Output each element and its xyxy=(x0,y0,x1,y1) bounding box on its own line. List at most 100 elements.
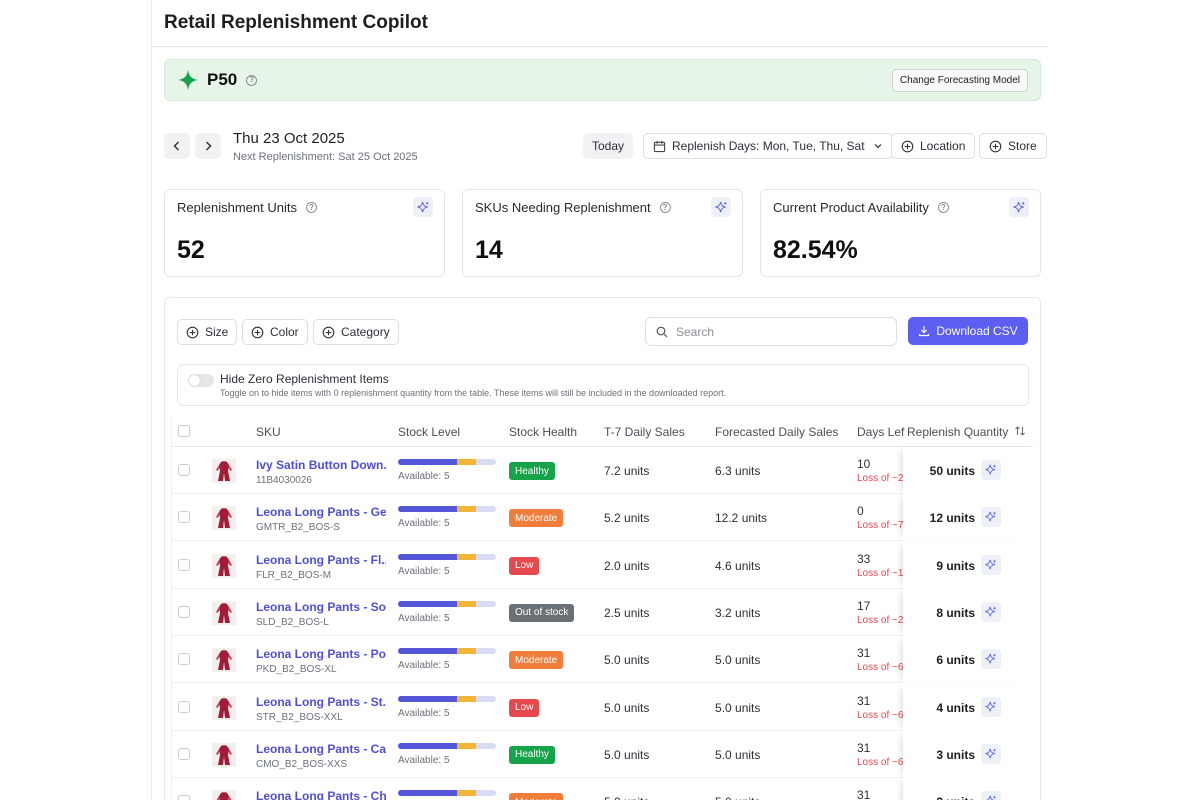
sparkles-icon xyxy=(985,748,997,759)
change-forecasting-model-button[interactable]: Change Forecasting Model xyxy=(891,68,1028,92)
chevron-right-icon xyxy=(205,141,212,151)
ai-sparkle-button[interactable] xyxy=(981,601,1001,622)
row-checkbox[interactable] xyxy=(178,700,190,713)
stock-bar-reserved xyxy=(456,459,477,465)
ai-sparkle-button[interactable] xyxy=(413,197,433,217)
next-replenishment-date: Next Replenishment: Sat 25 Oct 2025 xyxy=(233,151,418,163)
product-thumbnail xyxy=(212,553,236,578)
row-checkbox[interactable] xyxy=(178,558,190,571)
ai-sparkle-button[interactable] xyxy=(1009,197,1029,217)
previous-date-button[interactable] xyxy=(164,133,190,159)
ai-sparkle-button[interactable] xyxy=(981,649,1001,670)
store-filter-button[interactable]: Store xyxy=(979,133,1047,159)
forecasted-daily-sales: 5.0 units xyxy=(715,700,761,715)
column-header-stock-level[interactable]: Stock Level xyxy=(398,425,460,439)
days-left: 31 xyxy=(857,740,871,755)
sku-name-link[interactable]: Leona Long Pants - Po... xyxy=(256,647,386,661)
ai-sparkle-button[interactable] xyxy=(981,507,1001,528)
ai-sparkle-button[interactable] xyxy=(981,791,1001,800)
next-date-button[interactable] xyxy=(195,133,221,159)
replenish-quantity-cell: 3 units xyxy=(903,778,1033,800)
sku-name-link[interactable]: Leona Long Pants - Ch... xyxy=(256,789,386,800)
sku-name-link[interactable]: Leona Long Pants - So... xyxy=(256,600,386,614)
sku-name-link[interactable]: Ivy Satin Button Down... xyxy=(256,458,386,472)
row-checkbox[interactable] xyxy=(178,653,190,666)
stock-bar-reserved xyxy=(456,695,477,702)
size-filter-label: Size xyxy=(205,325,229,339)
search-box[interactable] xyxy=(645,317,897,346)
row-checkbox[interactable] xyxy=(178,605,190,618)
stock-available: Available: 5 xyxy=(398,707,450,719)
table-row[interactable]: Leona Long Pants - Fl... FLR_B2_BOS-M Avai… xyxy=(172,541,1033,589)
stock-bar-available xyxy=(398,648,457,655)
sku-name-link[interactable]: Leona Long Pants - St... xyxy=(256,695,386,709)
table-row[interactable]: Ivy Satin Button Down... 11B4030026 Availa… xyxy=(172,447,1033,494)
ai-sparkle-button[interactable] xyxy=(981,554,1001,575)
stock-level-bar xyxy=(398,790,496,797)
column-header-days-left[interactable]: Days Lef xyxy=(857,425,904,439)
help-icon[interactable]: ? xyxy=(937,202,949,213)
help-icon[interactable]: ? xyxy=(246,74,258,86)
row-checkbox[interactable] xyxy=(178,795,190,800)
column-header-replenish-quantity[interactable]: Replenish Quantity xyxy=(907,425,1009,439)
ai-sparkle-button[interactable] xyxy=(981,460,1001,480)
sku-code: PKD_B2_BOS-XL xyxy=(256,664,337,676)
product-image xyxy=(212,790,236,800)
column-header-stock-health[interactable]: Stock Health xyxy=(509,425,577,439)
table-row[interactable]: Leona Long Pants - Po... PKD_B2_BOS-XL Ava… xyxy=(172,636,1033,684)
replenishment-table: SKU Stock Level Stock Health T-7 Daily S… xyxy=(171,415,1033,800)
sku-name-link[interactable]: Leona Long Pants - Ca... xyxy=(256,742,386,756)
sparkles-icon xyxy=(985,559,997,569)
help-icon[interactable]: ? xyxy=(659,202,671,213)
today-button[interactable]: Today xyxy=(583,133,634,159)
table-row[interactable]: Leona Long Pants - St... STR_B2_BOS-XXL Av… xyxy=(172,683,1033,731)
table-row[interactable]: Leona Long Pants - So... SLD_B2_BOS-L Avai… xyxy=(172,588,1033,636)
kpi-card-current-product-availability: Current Product Availability ? 82.54% xyxy=(760,189,1041,277)
product-image xyxy=(212,695,236,720)
sku-name-link[interactable]: Leona Long Pants - Ge... xyxy=(256,505,386,519)
kpi-label-wrap: Current Product Availability ? xyxy=(773,200,949,215)
replenish-days-label: Replenish Days: Mon, Tue, Thu, Sat xyxy=(672,139,865,153)
forecasted-daily-sales: 3.2 units xyxy=(715,605,761,620)
ai-sparkle-button[interactable] xyxy=(711,197,731,217)
select-all-checkbox[interactable] xyxy=(178,425,190,437)
category-filter-button[interactable]: Category xyxy=(313,319,399,345)
kpi-value: 14 xyxy=(475,236,503,264)
column-header-t7-daily-sales[interactable]: T-7 Daily Sales xyxy=(604,425,685,439)
t7-daily-sales: 5.0 units xyxy=(604,653,650,668)
table-row[interactable]: Leona Long Pants - Ge... GMTR_B2_BOS-S Ava… xyxy=(172,494,1033,542)
calendar-icon xyxy=(653,140,666,152)
table-row[interactable]: Leona Long Pants - Ca... CMO_B2_BOS-XXS Av… xyxy=(172,730,1033,778)
hide-zero-toggle[interactable] xyxy=(188,374,214,387)
sort-arrows-icon[interactable] xyxy=(1014,425,1026,437)
row-checkbox[interactable] xyxy=(178,747,190,760)
stock-level-bar xyxy=(398,695,496,702)
download-csv-button[interactable]: Download CSV xyxy=(908,317,1028,345)
row-checkbox[interactable] xyxy=(178,464,190,476)
color-filter-button[interactable]: Color xyxy=(242,319,308,345)
days-left-loss: Loss of ~7 xyxy=(857,520,903,532)
stock-health-badge: Low xyxy=(509,556,540,575)
row-checkbox[interactable] xyxy=(178,511,190,524)
table-row[interactable]: Leona Long Pants - Ch... Moderate 5.0 unit… xyxy=(172,778,1033,800)
t7-daily-sales: 5.0 units xyxy=(604,700,650,715)
replenish-quantity-cell: 12 units xyxy=(903,494,1033,542)
replenish-quantity-cell: 3 units xyxy=(903,730,1033,778)
sku-name-link[interactable]: Leona Long Pants - Fl... xyxy=(256,553,386,567)
product-image xyxy=(212,742,236,767)
ai-sparkle-button[interactable] xyxy=(981,696,1001,717)
replenish-days-dropdown[interactable]: Replenish Days: Mon, Tue, Thu, Sat xyxy=(643,133,893,159)
ai-sparkle-button[interactable] xyxy=(981,743,1001,764)
location-filter-button[interactable]: Location xyxy=(891,133,976,159)
search-input[interactable] xyxy=(676,324,876,339)
stock-bar-reserved xyxy=(456,790,477,797)
help-icon[interactable]: ? xyxy=(305,202,317,213)
column-header-sku[interactable]: SKU xyxy=(256,425,281,439)
replenish-quantity: 4 units xyxy=(936,700,975,715)
product-thumbnail xyxy=(212,695,236,720)
sparkle-star-icon xyxy=(177,69,199,91)
column-header-forecasted-daily-sales[interactable]: Forecasted Daily Sales xyxy=(715,425,838,439)
size-filter-button[interactable]: Size xyxy=(177,319,238,345)
chevron-left-icon xyxy=(173,141,180,151)
sparkles-icon xyxy=(416,200,429,212)
